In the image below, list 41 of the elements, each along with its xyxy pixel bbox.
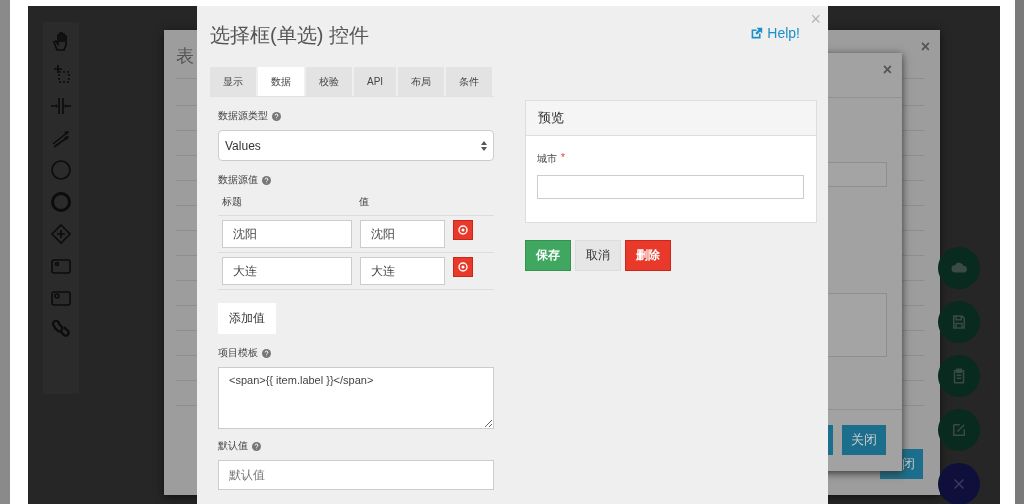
panel-title: 预览 (526, 101, 816, 136)
column-header: 值 (359, 195, 369, 209)
field-label: 数据源值 (218, 173, 258, 187)
help-icon[interactable] (262, 175, 271, 185)
sort-arrows-icon (481, 140, 487, 151)
help-icon[interactable] (252, 441, 261, 451)
tab[interactable]: API (354, 67, 397, 96)
external-link-icon (750, 26, 764, 40)
field-label: 城市 (537, 152, 557, 166)
edit-icon (950, 421, 968, 439)
remove-button[interactable] (453, 220, 473, 240)
field-label: 默认值 (218, 439, 248, 453)
field-label: 项目模板 (218, 346, 258, 360)
help-icon[interactable] (262, 348, 271, 358)
remove-button[interactable] (453, 257, 473, 277)
text-field[interactable]: 大连 (222, 257, 352, 285)
text-field[interactable]: 大连 (360, 257, 445, 285)
dialog-title: 表 (176, 45, 194, 68)
text-field[interactable]: 沈阳 (222, 220, 352, 248)
select-field[interactable]: Values (218, 130, 494, 161)
help-icon[interactable] (272, 111, 281, 121)
tab[interactable]: 数据 (258, 67, 304, 96)
dialog-title: 选择框(单选) 控件 (210, 23, 369, 48)
close-button[interactable]: 关闭 (842, 425, 886, 455)
add-value-button[interactable]: 添加值 (218, 303, 276, 334)
default-value-field[interactable]: 默认值 (218, 460, 494, 490)
cancel-button[interactable]: 取消 (575, 240, 621, 271)
template-field[interactable]: <span>{{ item.label }}</span> (218, 367, 494, 429)
required-mark: * (561, 152, 565, 165)
field-label: 数据源类型 (218, 109, 268, 123)
city-field[interactable] (537, 175, 804, 199)
column-header: 标题 (222, 195, 243, 209)
delete-button[interactable]: 删除 (625, 240, 671, 271)
remove-icon (458, 262, 468, 272)
tab[interactable]: 显示 (210, 67, 256, 96)
tab[interactable]: 布局 (398, 67, 445, 96)
tab[interactable]: 校验 (306, 67, 352, 96)
text-field[interactable]: 沈阳 (360, 220, 445, 248)
save-icon (950, 313, 968, 331)
remove-icon (458, 225, 468, 235)
tab[interactable]: 条件 (446, 67, 493, 96)
